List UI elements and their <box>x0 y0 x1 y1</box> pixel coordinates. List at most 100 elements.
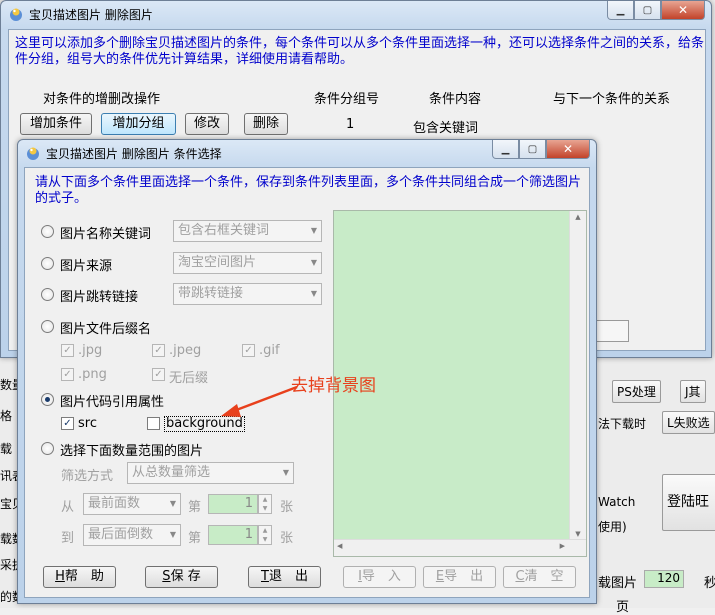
scroll-up-icon[interactable]: ▲ <box>570 213 586 221</box>
delete-button[interactable]: 删除 <box>244 113 288 135</box>
from-label: 从 <box>61 500 75 515</box>
select-value: 最后面倒数 <box>88 527 154 542</box>
chevron-down-icon: ▼ <box>282 468 289 477</box>
add-condition-button[interactable]: 增加条件 <box>20 113 92 135</box>
suffix-gif-checkbox[interactable]: ✓ <box>242 344 255 357</box>
filter-method-label: 筛选方式 <box>61 469 114 484</box>
export-button[interactable]: E导 出 <box>423 566 496 588</box>
save-button[interactable]: S保 存 <box>145 566 218 588</box>
fail-select-button[interactable]: L失败选 <box>662 411 715 434</box>
jump-link-select[interactable]: 带跳转链接 ▼ <box>173 283 322 305</box>
option-label: 图片代码引用属性 <box>60 395 165 410</box>
main-description: 这里可以添加多个删除宝贝描述图片的条件，每个条件可以从多个条件里面选择一种，还可… <box>15 36 705 67</box>
radio-name-keyword[interactable] <box>41 225 54 238</box>
other-button[interactable]: J其 <box>680 380 706 403</box>
chevron-down-icon: ▼ <box>310 226 317 235</box>
option-label: 图片名称关键词 <box>60 227 152 242</box>
maximize-icon[interactable]: ▢ <box>634 1 661 20</box>
login-button[interactable]: 登陆旺 <box>662 474 715 531</box>
radio-jump-link[interactable] <box>41 288 54 301</box>
horizontal-scrollbar[interactable]: ◀ ▶ <box>334 539 586 556</box>
main-window-title: 宝贝描述图片 删除图片 <box>29 8 153 22</box>
select-value: 从总数量筛选 <box>132 465 211 480</box>
chevron-down-icon: ▼ <box>169 530 176 539</box>
bg-label: 法下载时 <box>598 417 647 431</box>
close-icon[interactable]: ✕ <box>661 1 705 20</box>
export-label: 导 出 <box>444 569 484 584</box>
suffix-none-checkbox[interactable]: ✓ <box>152 368 165 381</box>
suffix-label: .png <box>78 367 107 382</box>
scroll-left-icon[interactable]: ◀ <box>337 542 342 550</box>
app-icon <box>27 147 39 160</box>
import-button[interactable]: I导 入 <box>343 566 416 588</box>
suffix-jpg-checkbox[interactable]: ✓ <box>61 344 74 357</box>
annotation-arrow-icon <box>221 385 298 417</box>
clear-button[interactable]: C清 空 <box>503 566 576 588</box>
bg-label: 载 <box>0 442 13 456</box>
modify-button[interactable]: 修改 <box>185 113 229 135</box>
radio-ref-attribute[interactable] <box>41 393 54 406</box>
suffix-jpeg-checkbox[interactable]: ✓ <box>152 344 165 357</box>
header-group: 条件分组号 <box>314 92 380 107</box>
bg-label: 使用) <box>598 520 627 534</box>
dialog-instruction: 请从下面多个条件里面选择一个条件，保存到条件列表里面，多个条件共同组合成一个筛选… <box>35 175 582 206</box>
suffix-png-checkbox[interactable]: ✓ <box>61 368 74 381</box>
nth-label: 第 <box>188 500 202 515</box>
minimize-icon[interactable]: ▁ <box>607 1 634 20</box>
select-value: 包含右框关键词 <box>178 223 270 238</box>
ps-process-button[interactable]: PS处理 <box>612 380 661 403</box>
row-group: 1 <box>346 117 355 132</box>
option-label: 图片来源 <box>60 259 113 274</box>
to-label: 到 <box>61 531 75 546</box>
attr-src-checkbox[interactable]: ✓ <box>61 417 74 430</box>
radio-count-range[interactable] <box>41 442 54 455</box>
add-group-button[interactable]: 增加分组 <box>101 113 176 135</box>
row-content: 包含关键词 <box>413 121 479 136</box>
radio-file-suffix[interactable] <box>41 320 54 333</box>
seconds-input[interactable]: 120 <box>644 570 684 588</box>
bg-label: 秒 <box>704 576 715 591</box>
dialog-titlebar: 宝贝描述图片 删除图片 条件选择 ▁ ▢ ✕ <box>18 140 596 166</box>
exit-button[interactable]: T退 出 <box>248 566 321 588</box>
spin-up-down-icon[interactable]: ▲ ▼ <box>258 494 272 514</box>
radio-image-source[interactable] <box>41 257 54 270</box>
name-keyword-select[interactable]: 包含右框关键词 ▼ <box>173 220 322 242</box>
header-ops: 对条件的增删改操作 <box>43 92 161 107</box>
hidden-button[interactable] <box>595 320 629 342</box>
scroll-right-icon[interactable]: ▶ <box>560 542 565 550</box>
exit-label: 退 出 <box>268 569 308 584</box>
help-button[interactable]: H帮 助 <box>43 566 116 588</box>
import-label: 导 入 <box>361 569 401 584</box>
vertical-scrollbar[interactable]: ▲ ▼ <box>569 211 586 540</box>
clear-label: 清 空 <box>524 569 564 584</box>
help-label: 帮 助 <box>64 569 104 584</box>
main-titlebar: 宝贝描述图片 删除图片 ▁ ▢ ✕ <box>1 1 711 27</box>
scroll-down-icon[interactable]: ▼ <box>570 530 586 538</box>
minimize-icon[interactable]: ▁ <box>492 140 519 159</box>
from-position-select[interactable]: 最前面数 ▼ <box>83 493 181 515</box>
from-number-input[interactable]: 1 <box>208 494 258 514</box>
close-icon[interactable]: ✕ <box>546 140 590 159</box>
to-position-select[interactable]: 最后面倒数 ▼ <box>83 524 181 546</box>
suffix-label: 无后缀 <box>169 371 209 386</box>
unit-label: 张 <box>280 531 294 546</box>
header-content: 条件内容 <box>429 92 482 107</box>
attr-background-checkbox[interactable] <box>147 417 160 430</box>
spin-up-down-icon[interactable]: ▲ ▼ <box>258 525 272 545</box>
export-hotkey: E <box>435 569 445 584</box>
header-relation: 与下一个条件的关系 <box>553 92 671 107</box>
option-label: 图片文件后缀名 <box>60 322 152 337</box>
help-hotkey: H <box>55 569 65 584</box>
filter-method-select[interactable]: 从总数量筛选 ▼ <box>127 462 294 484</box>
image-source-select[interactable]: 淘宝空间图片 ▼ <box>173 252 322 274</box>
suffix-label: .jpg <box>78 343 103 358</box>
suffix-label: .jpeg <box>169 343 202 358</box>
maximize-icon[interactable]: ▢ <box>519 140 546 159</box>
bg-label: Watch <box>598 495 636 509</box>
select-value: 带跳转链接 <box>178 286 244 301</box>
bg-label: 载图片 <box>598 576 638 591</box>
to-number-input[interactable]: 1 <box>208 525 258 545</box>
option-label: 图片跳转链接 <box>60 290 139 305</box>
select-value: 淘宝空间图片 <box>178 255 257 270</box>
option-label: 选择下面数量范围的图片 <box>60 444 204 459</box>
